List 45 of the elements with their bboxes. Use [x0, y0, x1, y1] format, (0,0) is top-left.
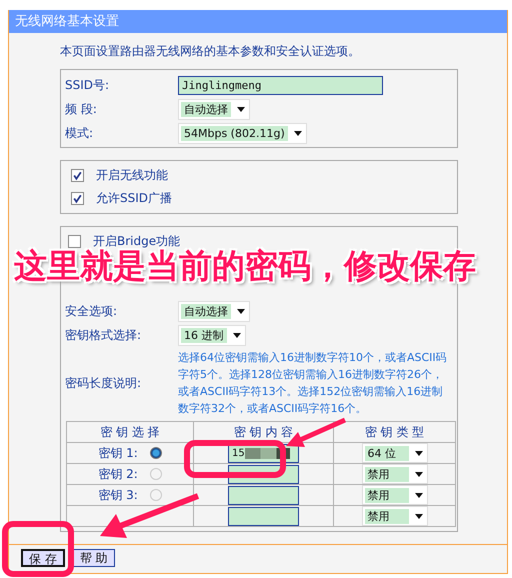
dropdown[interactable]: 自动选择 [178, 300, 250, 322]
checkbox-label: 允许SSID广播 [96, 190, 172, 207]
field-label: 密钥格式选择: [64, 326, 142, 344]
checkbox[interactable] [68, 235, 81, 248]
dropdown[interactable]: 禁用 [362, 485, 428, 505]
ssid-field[interactable]: Jinglingmeng [178, 76, 383, 94]
key-field[interactable] [228, 486, 299, 504]
annotation-text: 这里就是当前的密码，修改保存 [14, 246, 476, 287]
key-label: 密钥 1: [98, 446, 138, 460]
highlight-box [2, 521, 74, 577]
caret-icon [232, 332, 240, 338]
intro-text: 本页面设置路由器无线网络的基本参数和安全认证选项。 [60, 43, 361, 60]
dropdown[interactable]: 禁用 [362, 464, 428, 484]
key-label: 密钥 2: [98, 466, 138, 480]
field-label: 密码长度说明: [64, 374, 142, 392]
caret-icon [237, 308, 245, 314]
field-label: SSID号: [64, 76, 110, 94]
caret-icon [414, 492, 422, 498]
panel-button[interactable]: 保 存 [21, 549, 65, 567]
note-text: 选择64位密钥需输入16进制数字符10个，或者ASCII码字符5个。选择128位密钥需输入16进制数字符26个，或者ASCII码字符13个。选择152位密钥需输入16进制数字符32个，或者ASCII码字符16个。 [178, 350, 448, 417]
dropdown[interactable]: 64 位 [362, 443, 428, 463]
checkbox[interactable] [71, 169, 84, 182]
panel-button[interactable]: 帮 助 [72, 549, 115, 567]
checkbox[interactable] [71, 192, 84, 205]
dropdown[interactable]: 54Mbps (802.11g) [178, 122, 307, 144]
caret-icon [294, 130, 302, 136]
checkbox-label: 开启Bridge功能 [93, 233, 180, 249]
field-label: 频 段: [64, 100, 98, 118]
dropdown[interactable]: 16 进制 [178, 324, 246, 346]
column-header: 密 钥 选 择 [66, 422, 194, 442]
key-field[interactable] [228, 506, 299, 526]
caret-icon [237, 106, 245, 112]
checkbox-label: 开启无线功能 [96, 167, 168, 184]
panel-title: 无线网络基本设置 [9, 10, 507, 33]
caret-icon [414, 450, 422, 456]
key-label: 密钥 3: [98, 488, 138, 502]
dropdown[interactable]: 禁用 [362, 506, 428, 526]
radio-button[interactable] [150, 468, 162, 480]
field-label: 安全选项: [64, 302, 118, 320]
field-label: 模式: [64, 124, 94, 142]
radio-button[interactable] [150, 447, 162, 460]
dropdown[interactable]: 自动选择 [178, 98, 250, 120]
caret-icon [414, 514, 422, 518]
radio-button[interactable] [150, 489, 162, 502]
caret-icon [414, 472, 422, 476]
